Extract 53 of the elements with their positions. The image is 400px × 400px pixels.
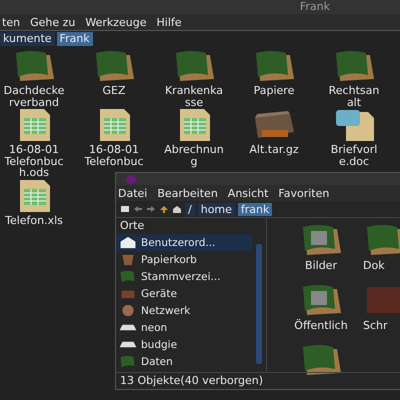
menu-item[interactable]: Bearbeiten: [155, 186, 220, 200]
file-label: Abrechnun: [164, 144, 224, 156]
file-label: Dachdecke: [4, 85, 64, 96]
sidebar-item[interactable]: Stammverzei...: [116, 268, 252, 285]
file-label: Briefvorl: [330, 144, 378, 156]
file-label: h.ods: [19, 167, 49, 178]
menu-item[interactable]: Favoriten: [276, 186, 332, 200]
menu-item[interactable]: Datei: [116, 186, 150, 200]
breadcrumb-button[interactable]: Frank: [56, 32, 93, 46]
file-label: alt: [346, 96, 362, 108]
path-button[interactable]: home: [198, 202, 235, 216]
file-label: Telefonbuc: [4, 156, 64, 167]
sidebar-header: Orte: [120, 219, 144, 232]
sidebar-item[interactable]: Papierkorb: [116, 251, 252, 268]
sidebar-item[interactable]: budgie: [116, 336, 252, 353]
up-arrow-icon[interactable]: [159, 205, 169, 213]
file-label: e.doc: [338, 156, 370, 167]
file-label: Alt.tar.gz: [249, 144, 299, 156]
menu-item[interactable]: Hilfe: [154, 16, 184, 28]
file-label: Krankenka: [164, 85, 224, 96]
sidebar-item[interactable]: Geräte: [116, 285, 252, 302]
sidebar-item[interactable]: Benutzerord...: [116, 234, 252, 251]
path-button[interactable]: frank: [238, 202, 272, 216]
forward-arrow-icon[interactable]: [146, 205, 156, 213]
file-label: 16-08-01: [9, 144, 59, 156]
file-label: Dok: [363, 260, 385, 272]
breadcrumb-button[interactable]: kumente: [0, 32, 55, 46]
menu-item[interactable]: Ansicht: [226, 186, 270, 200]
file-label: Papiere: [254, 85, 294, 96]
scrollbar[interactable]: [256, 244, 262, 364]
sidebar-item[interactable]: Daten: [116, 353, 252, 370]
file-label: Bilder: [305, 260, 337, 272]
menu-item[interactable]: Werkzeuge: [83, 16, 148, 28]
file-label: Öffentlich: [294, 320, 348, 332]
file-label: rverband: [9, 96, 59, 108]
file-label: Telefon.xls: [5, 214, 63, 226]
file-label: sse: [184, 96, 204, 108]
sidebar-item[interactable]: neon: [116, 319, 252, 336]
sidebar-item[interactable]: Netzwerk: [116, 302, 252, 319]
file-label: Telefonbuc: [84, 156, 144, 167]
file-label: Rechtsan: [328, 85, 380, 96]
path-button[interactable]: /: [185, 202, 195, 216]
file-label: GEZ: [102, 85, 126, 96]
house-icon: [118, 236, 138, 249]
home-icon[interactable]: [172, 205, 182, 213]
window-title: Frank: [300, 0, 330, 14]
menu-item[interactable]: Gehe zu: [28, 16, 78, 28]
file-label: g: [190, 156, 198, 167]
back-arrow-icon[interactable]: [133, 205, 143, 213]
status-text: 13 Objekte(40 verborgen): [120, 374, 264, 387]
menu-item[interactable]: ten: [0, 16, 22, 28]
file-label: 16-08-01: [89, 144, 139, 156]
file-label: Schr: [363, 320, 388, 332]
